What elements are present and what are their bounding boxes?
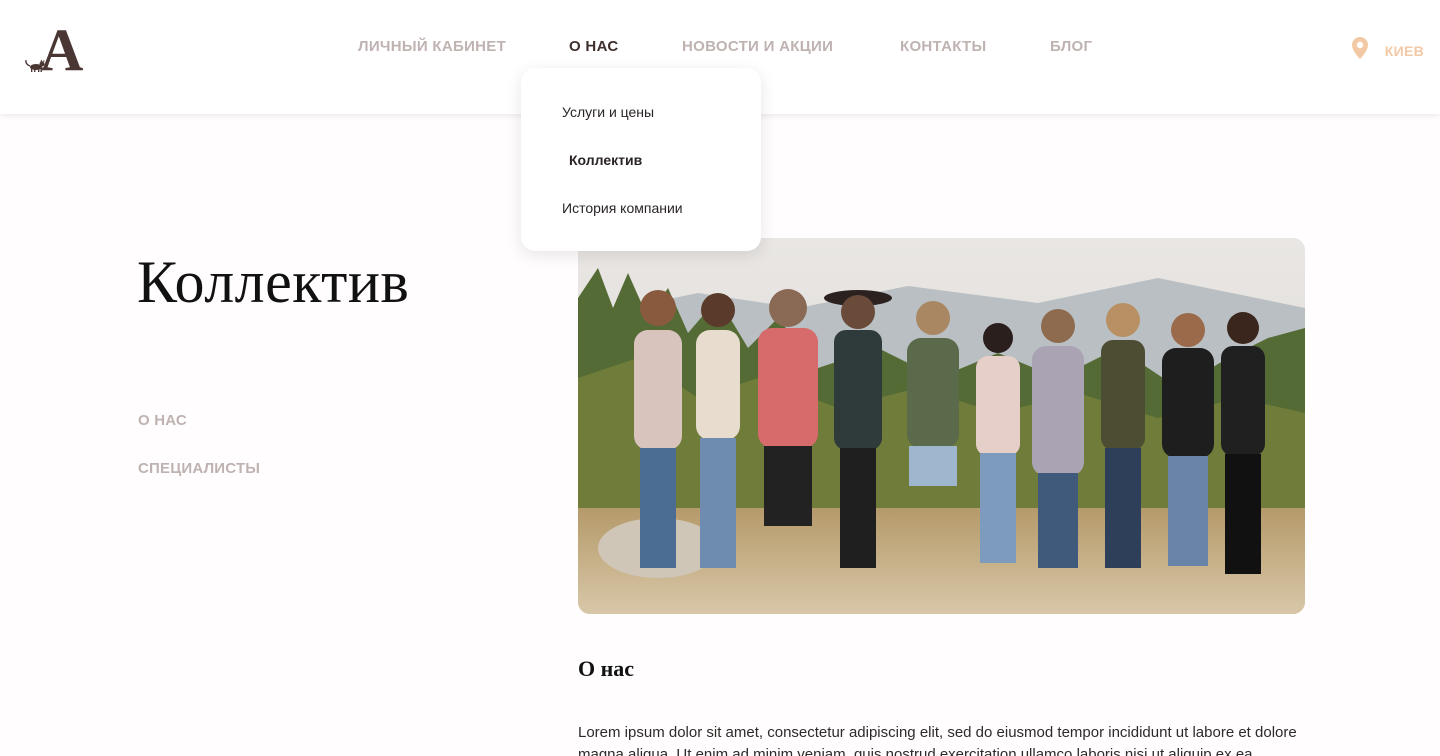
main-nav: ЛИЧНЫЙ КАБИНЕТ О НАС НОВОСТИ И АКЦИИ КОН…	[0, 38, 1440, 60]
side-link-specialists[interactable]: СПЕЦИАЛИСТЫ	[138, 460, 260, 477]
nav-news-promotions[interactable]: НОВОСТИ И АКЦИИ	[682, 38, 833, 55]
location-pin-icon	[1351, 36, 1369, 65]
dropdown-item-company-history[interactable]: История компании	[562, 200, 683, 216]
cat-icon	[25, 59, 45, 72]
nav-blog[interactable]: БЛОГ	[1050, 38, 1092, 55]
nav-about-us[interactable]: О НАС	[569, 38, 618, 55]
page-title: Коллектив	[137, 249, 410, 315]
about-dropdown-menu: Услуги и цены Коллектив История компании	[521, 68, 761, 251]
city-selector[interactable]: КИЕВ	[1351, 36, 1424, 65]
dropdown-item-team[interactable]: Коллектив	[569, 152, 642, 168]
city-label: КИЕВ	[1384, 42, 1424, 59]
nav-personal-account[interactable]: ЛИЧНЫЙ КАБИНЕТ	[358, 38, 506, 55]
side-link-about[interactable]: О НАС	[138, 412, 187, 429]
team-photo	[578, 238, 1305, 614]
nav-contacts[interactable]: КОНТАКТЫ	[900, 38, 986, 55]
about-paragraph: Lorem ipsum dolor sit amet, consectetur …	[578, 724, 1297, 756]
dropdown-item-services-prices[interactable]: Услуги и цены	[562, 104, 654, 120]
section-title-about: О нас	[578, 656, 635, 681]
